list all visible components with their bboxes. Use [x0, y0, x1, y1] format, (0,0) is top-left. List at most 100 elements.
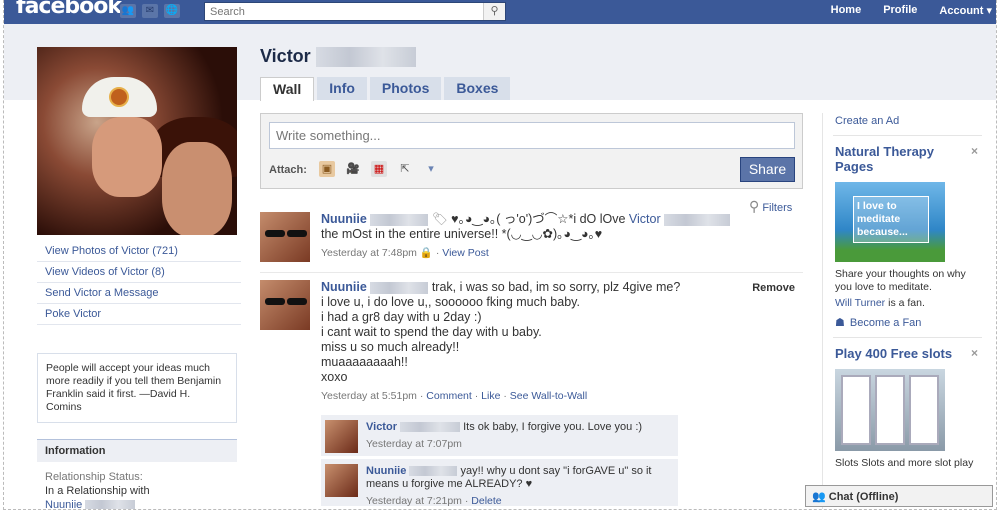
close-icon[interactable]: ×: [971, 144, 978, 158]
fan-suffix: is a fan.: [888, 297, 925, 309]
search-box: ⚲: [204, 2, 506, 21]
information-box: Relationship Status: In a Relationship w…: [37, 462, 237, 509]
view-videos-link[interactable]: View Videos of Victor (8): [37, 262, 241, 283]
fan-name-link[interactable]: Will Turner: [835, 297, 885, 309]
wall-post: Nuuniie 🏷 ♥｡◕‿◕｡( っ'o')づ⌒☆*i dO lOve Vic…: [260, 212, 803, 272]
ad-social: Will Turner is a fan.: [835, 297, 982, 310]
create-ad-link[interactable]: Create an Ad: [833, 113, 982, 136]
view-post-link[interactable]: View Post: [442, 247, 489, 259]
remove-button[interactable]: Remove: [752, 282, 795, 294]
comment-author[interactable]: Victor: [366, 421, 397, 433]
profile-first-name: Victor: [260, 46, 311, 66]
chat-bar[interactable]: 👥 Chat (Offline): [805, 485, 993, 507]
comment: Victor Its ok baby, I forgive you. Love …: [321, 415, 678, 457]
delete-link[interactable]: Delete: [471, 495, 501, 507]
photo-detail: [92, 117, 162, 197]
ad-description: Slots Slots and more slot play: [835, 457, 974, 469]
post-body: Nuuniie trak, i was so bad, im so sorry,…: [321, 280, 803, 404]
post-author[interactable]: Nuuniie: [321, 212, 367, 226]
link-icon[interactable]: ⇱: [397, 161, 413, 177]
post-body: Nuuniie 🏷 ♥｡◕‿◕｡( っ'o')づ⌒☆*i dO lOve Vic…: [321, 212, 803, 261]
share-button[interactable]: Share: [740, 157, 795, 182]
post-text-continued: the mOst in the entire universe!! *(◡‿◡✿…: [321, 227, 603, 241]
tag-icon: 🏷: [431, 212, 448, 226]
notifications-icon[interactable]: 🌐: [164, 4, 180, 18]
redacted-surname: [370, 213, 429, 226]
comment-body: Nuuniie yay!! why u dont say "i forGAVE …: [366, 465, 671, 508]
video-icon[interactable]: 🎥: [345, 161, 361, 177]
become-fan-row: ☗ Become a Fan: [835, 316, 982, 330]
ad-slots: Play 400 Free slots × Slots Slots and mo…: [833, 338, 982, 478]
send-message-link[interactable]: Send Victor a Message: [37, 283, 241, 304]
ad-title[interactable]: Natural Therapy Pages: [835, 144, 955, 174]
poke-link[interactable]: Poke Victor: [37, 304, 241, 325]
redacted-surname: [664, 213, 731, 226]
search-input[interactable]: [205, 3, 475, 20]
ad-image[interactable]: [835, 369, 945, 451]
status-input[interactable]: Write something...: [269, 122, 795, 149]
profile-picture[interactable]: [37, 47, 237, 235]
story-divider: [260, 272, 803, 273]
search-icon[interactable]: ⚲: [483, 3, 505, 20]
photo-icon[interactable]: ▣: [319, 161, 335, 177]
redacted-surname: [370, 281, 429, 294]
tab-boxes[interactable]: Boxes: [444, 77, 511, 100]
avatar[interactable]: [325, 464, 358, 497]
top-nav: Home Profile Account ▾: [831, 4, 992, 17]
profile-link[interactable]: Profile: [883, 4, 917, 17]
home-link[interactable]: Home: [831, 4, 862, 17]
lock-icon: 🔒: [419, 247, 433, 259]
information-header: Information: [37, 439, 237, 462]
view-photos-link[interactable]: View Photos of Victor (721): [37, 241, 241, 262]
facebook-window: facebook 👥 ✉ 🌐 ⚲ Home Profile Account ▾ …: [3, 0, 997, 510]
profile-tabs: Wall Info Photos Boxes: [260, 77, 511, 101]
ads-column: Create an Ad Natural Therapy Pages × I l…: [822, 113, 982, 509]
event-icon[interactable]: ▦: [371, 161, 387, 177]
post-line: xoxo: [321, 370, 348, 384]
chevron-down-icon[interactable]: ▾: [423, 161, 439, 177]
comment-link[interactable]: Comment: [426, 390, 472, 402]
photo-detail: [162, 142, 232, 235]
top-bar: facebook 👥 ✉ 🌐 ⚲ Home Profile Account ▾: [4, 0, 996, 24]
like-link[interactable]: Like: [481, 390, 500, 402]
mention-link[interactable]: Victor: [629, 212, 661, 226]
tab-wall[interactable]: Wall: [260, 77, 315, 101]
post-line: miss u so much already!!: [321, 340, 460, 354]
become-fan-link[interactable]: Become a Fan: [850, 317, 922, 329]
chat-label: Chat (Offline): [828, 491, 899, 503]
wall-to-wall-link[interactable]: See Wall-to-Wall: [510, 390, 587, 402]
photo-detail: [265, 230, 285, 237]
post-author[interactable]: Nuuniie: [321, 280, 367, 294]
comment-time: Yesterday at 7:21pm: [366, 495, 462, 507]
photo-detail: [287, 298, 307, 305]
tab-info[interactable]: Info: [317, 77, 367, 100]
profile-actions: View Photos of Victor (721) View Videos …: [37, 241, 241, 325]
post-line: muaaaaaaaah!!: [321, 355, 408, 369]
messages-icon[interactable]: ✉: [142, 4, 158, 18]
close-icon[interactable]: ×: [971, 346, 978, 360]
ad-title[interactable]: Play 400 Free slots: [835, 346, 965, 361]
comment-author[interactable]: Nuuniie: [366, 465, 406, 477]
post-time[interactable]: Yesterday at 7:48pm: [321, 247, 417, 259]
ad-description: Share your thoughts on why you love to m…: [835, 268, 966, 293]
friend-requests-icon[interactable]: 👥: [120, 4, 136, 18]
profile-name: Victor: [260, 46, 416, 68]
profile-quote: People will accept your ideas much more …: [37, 353, 237, 423]
facebook-logo[interactable]: facebook: [16, 0, 122, 19]
partner-link[interactable]: Nuuniie: [45, 499, 82, 509]
notification-jewels: 👥 ✉ 🌐: [120, 4, 180, 18]
post-line: trak, i was so bad, im so sorry, plz 4gi…: [431, 280, 681, 294]
comment: Nuuniie yay!! why u dont say "i forGAVE …: [321, 459, 678, 507]
account-menu[interactable]: Account ▾: [939, 4, 992, 17]
comment-time: Yesterday at 7:07pm: [366, 438, 462, 450]
left-column: View Photos of Victor (721) View Videos …: [37, 47, 241, 509]
post-time[interactable]: Yesterday at 5:51pm: [321, 390, 417, 402]
avatar[interactable]: [260, 280, 310, 330]
attach-label: Attach:: [269, 164, 307, 176]
tab-photos[interactable]: Photos: [369, 77, 442, 100]
relationship-label: Relationship Status:: [45, 471, 143, 483]
wall-post: Nuuniie trak, i was so bad, im so sorry,…: [260, 280, 803, 410]
ad-image[interactable]: I love to meditate because...: [835, 182, 945, 262]
avatar[interactable]: [260, 212, 310, 262]
avatar[interactable]: [325, 420, 358, 453]
